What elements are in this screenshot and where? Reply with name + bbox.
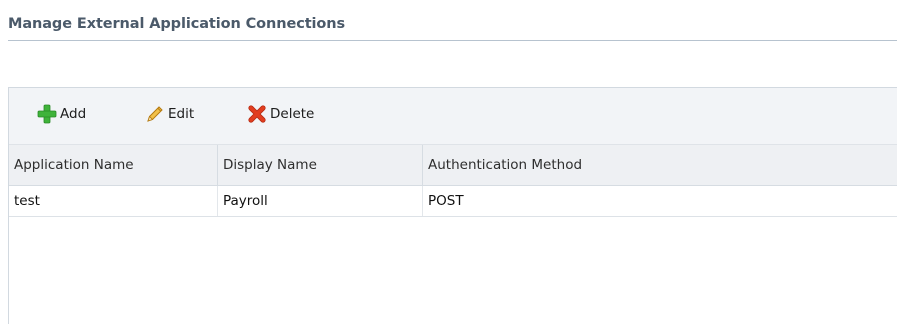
title-divider bbox=[8, 40, 897, 41]
add-button[interactable]: Add bbox=[37, 103, 86, 125]
x-icon bbox=[248, 105, 266, 123]
edit-label: Edit bbox=[168, 106, 195, 122]
pencil-icon bbox=[147, 106, 163, 122]
cell-display-name: Payroll bbox=[218, 186, 423, 216]
cell-authentication-method: POST bbox=[428, 193, 464, 209]
column-header-display-name[interactable]: Display Name bbox=[218, 145, 423, 185]
connections-panel: Add Edit Delete Application Name Display… bbox=[8, 87, 897, 324]
column-header-authentication-method[interactable]: Authentication Method bbox=[423, 145, 897, 185]
edit-button[interactable]: Edit bbox=[145, 103, 194, 125]
plus-icon bbox=[37, 104, 57, 124]
delete-button[interactable]: Delete bbox=[247, 103, 314, 125]
cell-application-name: test bbox=[9, 186, 218, 216]
toolbar: Add Edit Delete bbox=[9, 88, 897, 144]
table-header: Application Name Display Name Authentica… bbox=[9, 144, 897, 186]
add-label: Add bbox=[60, 106, 87, 122]
delete-label: Delete bbox=[270, 106, 315, 122]
section-title: Manage External Application Connections bbox=[8, 16, 346, 32]
column-header-application-name[interactable]: Application Name bbox=[9, 145, 218, 185]
table-row[interactable]: test Payroll POST bbox=[9, 186, 897, 217]
